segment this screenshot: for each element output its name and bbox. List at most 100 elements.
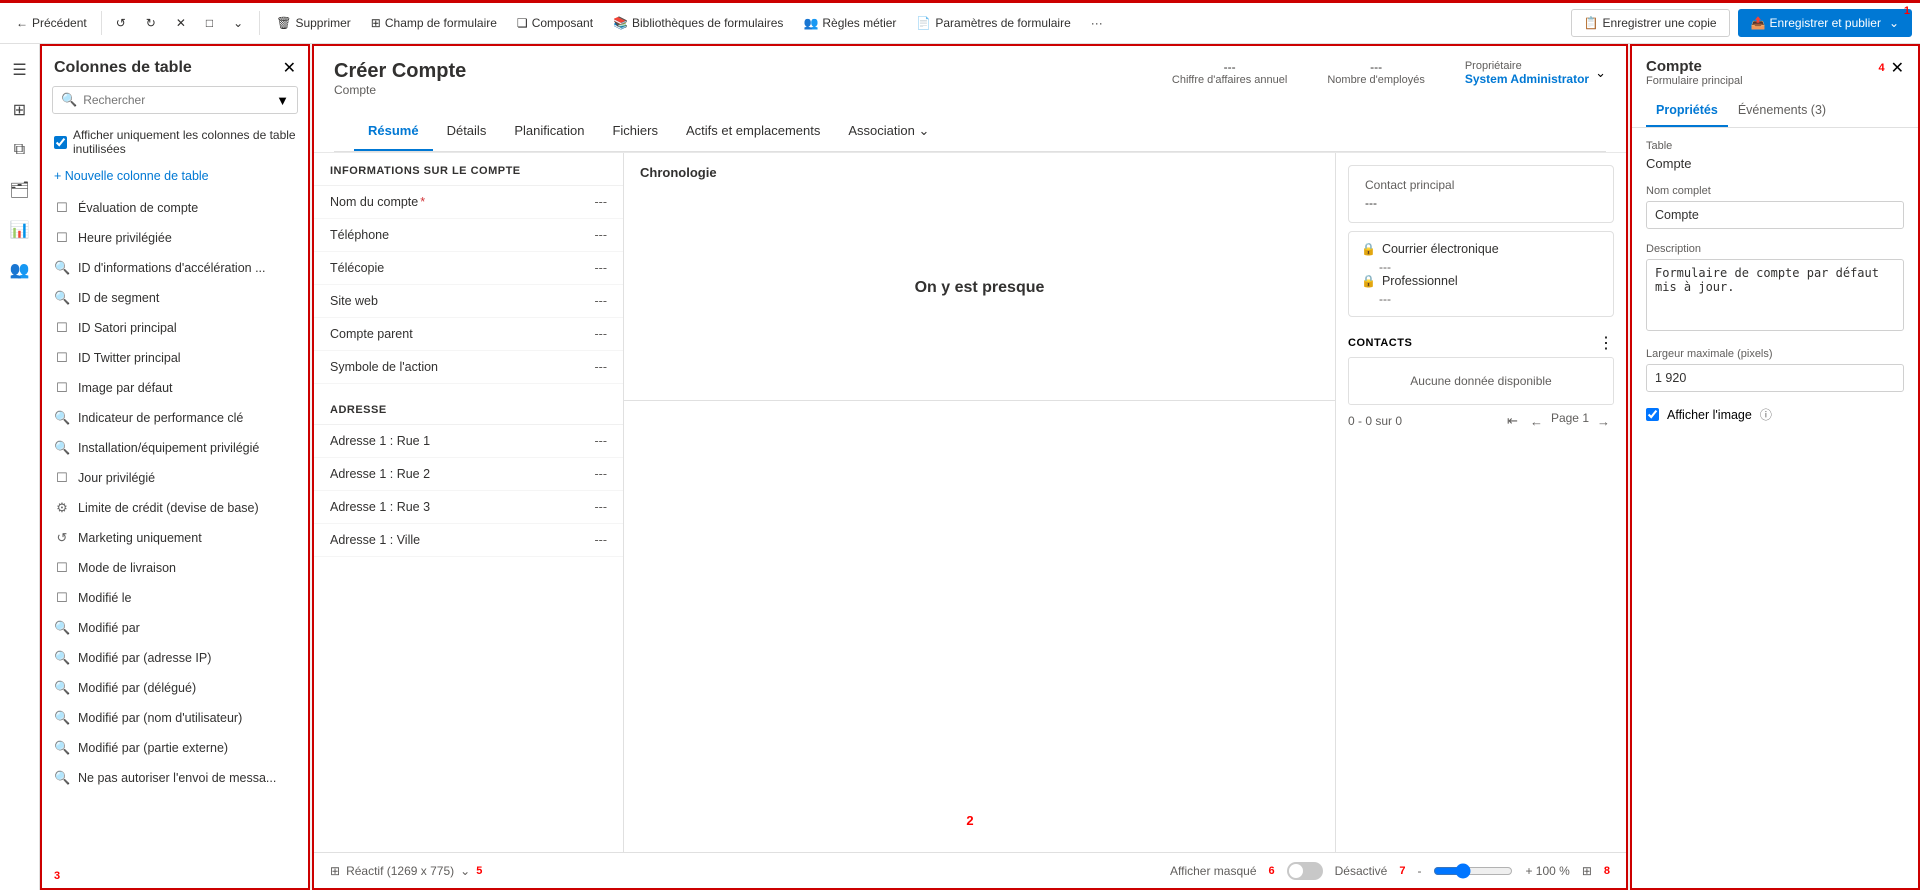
form-libraries-button[interactable]: 📚 Bibliothèques de formulaires (605, 12, 791, 34)
form-col-center: Chronologie On y est presque 2 (624, 153, 1336, 852)
lock-icon: 🔒 (1361, 242, 1376, 256)
pager-next-button[interactable]: → (1593, 411, 1614, 431)
rp-tab[interactable]: Propriétés (1646, 95, 1728, 127)
pager-first-button[interactable]: ⇤ (1503, 411, 1522, 431)
save-copy-icon: 📋 (1584, 16, 1599, 30)
sidebar-item[interactable]: 🔍ID d'informations d'accélération ... (42, 253, 308, 283)
reactive-dropdown-icon[interactable]: ⌄ (460, 864, 470, 878)
sidebar-item-label: Modifié par (adresse IP) (78, 651, 211, 665)
delete-button[interactable]: 🗑 Supprimer (268, 12, 359, 34)
sidebar-item-label: Limite de crédit (devise de base) (78, 501, 259, 515)
show-unused-checkbox[interactable] (54, 136, 67, 149)
sidebar-item[interactable]: ↺Marketing uniquement (42, 523, 308, 553)
sidebar-item-label: Évaluation de compte (78, 201, 198, 215)
new-column-btn-row: + Nouvelle colonne de table (42, 162, 308, 189)
save-publish-icon: 📤 (1751, 16, 1766, 30)
owner-dropdown-icon[interactable]: ⌄ (1595, 65, 1606, 81)
nav-icon-people[interactable]: 👥 (2, 252, 38, 288)
rp-tab[interactable]: Événements (3) (1728, 95, 1836, 127)
sidebar-item[interactable]: 🔍Modifié par (nom d'utilisateur) (42, 703, 308, 733)
sidebar-item[interactable]: ☐Jour privilégié (42, 463, 308, 493)
zoom-slider[interactable] (1433, 863, 1513, 879)
component-button[interactable]: ❏ Composant (509, 12, 601, 34)
sidebar-item-icon: 🔍 (54, 410, 70, 426)
sidebar-item[interactable]: 🔍Modifié par (délégué) (42, 673, 308, 703)
sidebar-item[interactable]: ☐Évaluation de compte (42, 193, 308, 223)
sidebar-item[interactable]: ☐Modifié le (42, 583, 308, 613)
rp-description-textarea[interactable]: Formulaire de compte par défaut mis à jo… (1646, 259, 1904, 331)
form-tab[interactable]: Actifs et emplacements (672, 113, 834, 151)
sidebar-item[interactable]: 🔍Installation/équipement privilégié (42, 433, 308, 463)
email-type: Professionnel (1382, 274, 1458, 288)
nav-icon-menu[interactable]: ☰ (2, 52, 38, 88)
address-section-header: ADRESSE (314, 392, 623, 425)
sidebar-item[interactable]: 🔍Indicateur de performance clé (42, 403, 308, 433)
email-type: Courrier électronique (1382, 242, 1499, 256)
form-col-right: Contact principal --- 🔒 Courrier électron… (1336, 153, 1626, 852)
new-column-button[interactable]: + Nouvelle colonne de table (54, 169, 209, 183)
sidebar-item[interactable]: ☐Mode de livraison (42, 553, 308, 583)
form-tab[interactable]: Fichiers (598, 113, 672, 151)
field-label: Télécopie (330, 261, 384, 275)
info-field-row: Nom du compte*--- (314, 186, 623, 219)
sidebar-item-label: Heure privilégiée (78, 231, 172, 245)
tab-label: Association (848, 123, 914, 138)
sidebar-item[interactable]: ☐ID Twitter principal (42, 343, 308, 373)
back-icon: ← (16, 16, 28, 30)
minus-icon: - (1417, 864, 1421, 878)
sidebar-item[interactable]: ☐ID Satori principal (42, 313, 308, 343)
sidebar-item-icon: 🔍 (54, 680, 70, 696)
form-field-button[interactable]: ⊞ Champ de formulaire (363, 12, 505, 34)
chronologie-empty: On y est presque (640, 188, 1319, 388)
center-area: Créer Compte Compte --- Chiffre d'affair… (312, 44, 1628, 890)
sidebar-item-icon: ☐ (54, 230, 70, 246)
more-button[interactable]: ··· (1083, 12, 1111, 34)
num4-label: 4 (1878, 62, 1884, 74)
close-right-panel-button[interactable]: ✕ (1891, 58, 1904, 78)
business-rules-button[interactable]: 👥 Règles métier (795, 12, 904, 34)
cut-button[interactable]: ✕ (168, 12, 194, 34)
address-field-row: Adresse 1 : Ville--- (314, 524, 623, 557)
form-tab[interactable]: Détails (433, 113, 501, 151)
sidebar-item[interactable]: 🔍Modifié par (42, 613, 308, 643)
contact-principal-box: Contact principal --- (1348, 165, 1614, 223)
save-publish-button[interactable]: 📤 Enregistrer et publier ⌄ (1738, 9, 1912, 37)
toggle-switch[interactable] (1287, 862, 1323, 880)
rp-fullname-input[interactable] (1646, 201, 1904, 229)
save-copy-button[interactable]: 📋 Enregistrer une copie (1571, 9, 1730, 37)
sidebar-item[interactable]: 🔍Modifié par (adresse IP) (42, 643, 308, 673)
toolbar-sep2 (259, 11, 260, 35)
annual-col: --- Chiffre d'affaires annuel (1172, 60, 1287, 86)
sidebar-item[interactable]: ☐ Heure privilégiée (42, 223, 308, 253)
filter-icon[interactable]: ▼ (276, 93, 289, 108)
form-tab[interactable]: Association ⌄ (834, 113, 943, 151)
undo-button[interactable]: ↺ (108, 12, 134, 34)
nav-icon-grid[interactable]: ⊞ (2, 92, 38, 128)
rp-maxwidth-input[interactable] (1646, 364, 1904, 392)
more-small-button[interactable]: ⌄ (225, 12, 251, 34)
paste-button[interactable]: □ (198, 12, 221, 34)
search-input[interactable] (83, 93, 270, 107)
form-tab[interactable]: Résumé (354, 113, 433, 151)
sidebar-item[interactable]: 🔍Modifié par (partie externe) (42, 733, 308, 763)
nav-icon-layers[interactable]: ⧉ (2, 132, 38, 168)
sidebar-item[interactable]: 🔍ID de segment (42, 283, 308, 313)
sidebar-item[interactable]: ☐Image par défaut (42, 373, 308, 403)
nav-icon-chart[interactable]: 📊 (2, 212, 38, 248)
field-val: --- (595, 195, 608, 209)
pager-prev-button[interactable]: ← (1526, 411, 1547, 431)
sidebar-item[interactable]: ⚙Limite de crédit (devise de base) (42, 493, 308, 523)
form-params-button[interactable]: 📄 Paramètres de formulaire (908, 12, 1078, 34)
right-panel: Compte Formulaire principal 4 ✕ Propriét… (1630, 44, 1920, 890)
num6-label: 6 (1269, 865, 1275, 877)
contacts-more-button[interactable]: ⋮ (1598, 333, 1614, 353)
sidebar-item[interactable]: 🔍Ne pas autoriser l'envoi de messa... (42, 763, 308, 793)
toolbar-right: 📋 Enregistrer une copie 📤 Enregistrer et… (1571, 9, 1912, 37)
form-tab[interactable]: Planification (500, 113, 598, 151)
sidebar-item-icon: ☐ (54, 380, 70, 396)
rp-show-image-checkbox[interactable] (1646, 408, 1659, 421)
nav-icon-map[interactable]: 🗂 (2, 172, 38, 208)
back-button[interactable]: ← Précédent (8, 12, 95, 34)
redo-button[interactable]: ↻ (138, 12, 164, 34)
close-panel-button[interactable]: ✕ (283, 58, 296, 78)
